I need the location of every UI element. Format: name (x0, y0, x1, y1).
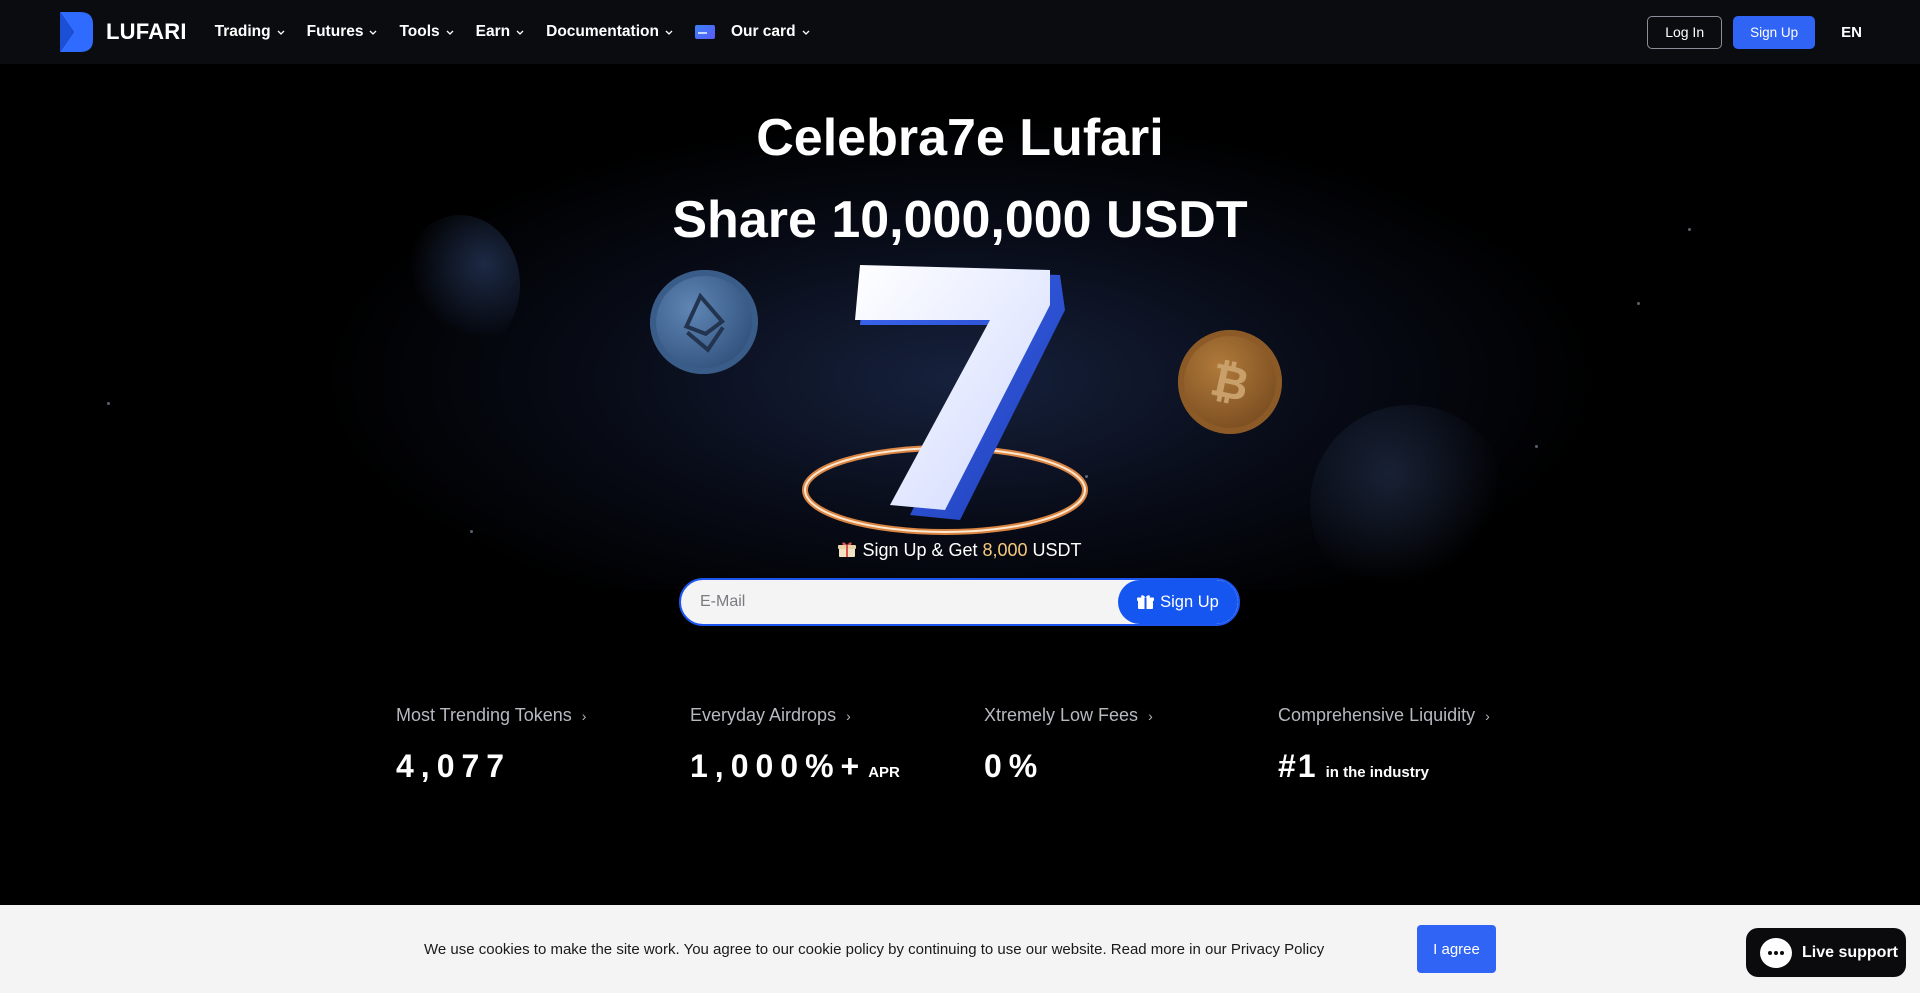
brand[interactable]: LUFARI (58, 12, 187, 52)
cookie-text: We use cookies to make the site work. Yo… (424, 941, 1325, 958)
stat-value-number: #1 (1278, 748, 1318, 784)
cta-prefix: Sign Up & Get (862, 540, 983, 560)
stat-value-number: 4,077 (396, 748, 512, 784)
stat-label: Most Trending Tokens › (396, 705, 690, 726)
menu-futures-label: Futures (306, 23, 364, 40)
star-decoration (1535, 445, 1538, 448)
star-decoration (470, 530, 473, 533)
email-input[interactable] (681, 580, 1118, 624)
chevron-right-icon: › (846, 707, 851, 724)
cta-suffix: USDT (1027, 540, 1082, 560)
chat-bubble-icon (1760, 937, 1792, 968)
stat-label-text: Everyday Airdrops (690, 705, 837, 725)
menu-trading[interactable]: Trading (215, 23, 285, 41)
gift-icon (1137, 595, 1155, 609)
signup-promo: Sign Up & Get 8,000 USDT (0, 540, 1920, 561)
hero-signup-button[interactable]: Sign Up (1118, 580, 1238, 624)
seven-anniversary-graphic (802, 265, 1088, 535)
chevron-down-icon (446, 30, 454, 35)
hero-signup-label: Sign Up (1160, 592, 1219, 611)
bitcoin-coin-icon: ₿ (1178, 330, 1282, 434)
live-support-button[interactable]: Live support (1746, 928, 1906, 977)
stat-value: 0% (984, 748, 1278, 785)
ethereum-coin-icon (643, 262, 765, 382)
main-menu: Trading Futures Tools Earn Documentation (215, 23, 810, 41)
chevron-down-icon (277, 30, 285, 35)
chevron-down-icon (802, 30, 810, 35)
language-selector[interactable]: EN (1841, 24, 1862, 41)
bitcoin-glyph-icon: ₿ (1206, 352, 1254, 413)
top-nav: LUFARI Trading Futures Tools Earn Docume… (0, 0, 1920, 64)
lufari-logo-icon (60, 12, 93, 52)
stat-liquidity[interactable]: Comprehensive Liquidity › #1 in the indu… (1278, 705, 1572, 785)
chevron-right-icon: › (1148, 707, 1153, 724)
page: LUFARI Trading Futures Tools Earn Docume… (0, 0, 1920, 993)
header-signup-button[interactable]: Sign Up (1733, 15, 1816, 49)
menu-our-card[interactable]: Our card (694, 23, 810, 41)
stat-value: 1,000%+ APR (690, 748, 984, 785)
chevron-right-icon: › (581, 707, 587, 724)
hero-title: Celebra7e Lufari (756, 109, 1164, 167)
planet-decoration (1310, 405, 1510, 605)
gift-icon (838, 542, 857, 557)
credit-card-icon (694, 25, 715, 39)
menu-earn-label: Earn (475, 23, 511, 40)
stat-value: 4,077 (396, 748, 690, 785)
cookie-banner: We use cookies to make the site work. Yo… (0, 905, 1920, 993)
nav-actions: Log In Sign Up EN (1647, 15, 1862, 49)
stat-label: Comprehensive Liquidity › (1278, 705, 1572, 726)
chevron-down-icon (516, 30, 524, 35)
menu-documentation[interactable]: Documentation (546, 23, 673, 41)
svg-text:₿: ₿ (1206, 352, 1254, 413)
email-signup-form: Sign Up (679, 578, 1240, 626)
chevron-down-icon (370, 30, 377, 35)
stat-label: Xtremely Low Fees › (984, 705, 1278, 726)
cookie-agree-button[interactable]: I agree (1417, 925, 1496, 973)
menu-trading-label: Trading (214, 23, 271, 40)
stat-label-text: Most Trending Tokens (396, 705, 572, 725)
menu-tools[interactable]: Tools (399, 23, 454, 41)
brand-name: LUFARI (106, 19, 187, 44)
ethereum-glyph-icon (683, 292, 726, 353)
live-support-label: Live support (1802, 943, 1899, 961)
login-button[interactable]: Log In (1647, 15, 1723, 49)
menu-futures[interactable]: Futures (307, 23, 378, 41)
stat-low-fees[interactable]: Xtremely Low Fees › 0% (984, 705, 1278, 785)
stat-label-text: Xtremely Low Fees (984, 705, 1139, 725)
stats-row: Most Trending Tokens › 4,077 Everyday Ai… (396, 705, 1596, 785)
star-decoration (107, 402, 110, 405)
stat-suffix: APR (868, 764, 900, 781)
stat-suffix: in the industry (1325, 764, 1429, 781)
cta-amount: 8,000 (982, 540, 1028, 560)
star-decoration (1637, 302, 1640, 305)
chevron-right-icon: › (1485, 707, 1490, 724)
hero-subtitle: Share 10,000,000 USDT (672, 191, 1248, 249)
stat-label: Everyday Airdrops › (690, 705, 984, 726)
menu-tools-label: Tools (399, 23, 440, 40)
stat-value: #1 in the industry (1278, 748, 1572, 785)
chevron-down-icon (665, 30, 673, 35)
stat-everyday-airdrops[interactable]: Everyday Airdrops › 1,000%+ APR (690, 705, 984, 785)
menu-our-card-label: Our card (730, 23, 796, 40)
stat-value-number: 0% (984, 748, 1045, 784)
stat-trending-tokens[interactable]: Most Trending Tokens › 4,077 (396, 705, 690, 785)
stat-label-text: Comprehensive Liquidity (1278, 705, 1476, 725)
menu-documentation-label: Documentation (546, 23, 659, 40)
stat-value-number: 1,000%+ (690, 748, 867, 784)
menu-earn[interactable]: Earn (476, 23, 524, 41)
